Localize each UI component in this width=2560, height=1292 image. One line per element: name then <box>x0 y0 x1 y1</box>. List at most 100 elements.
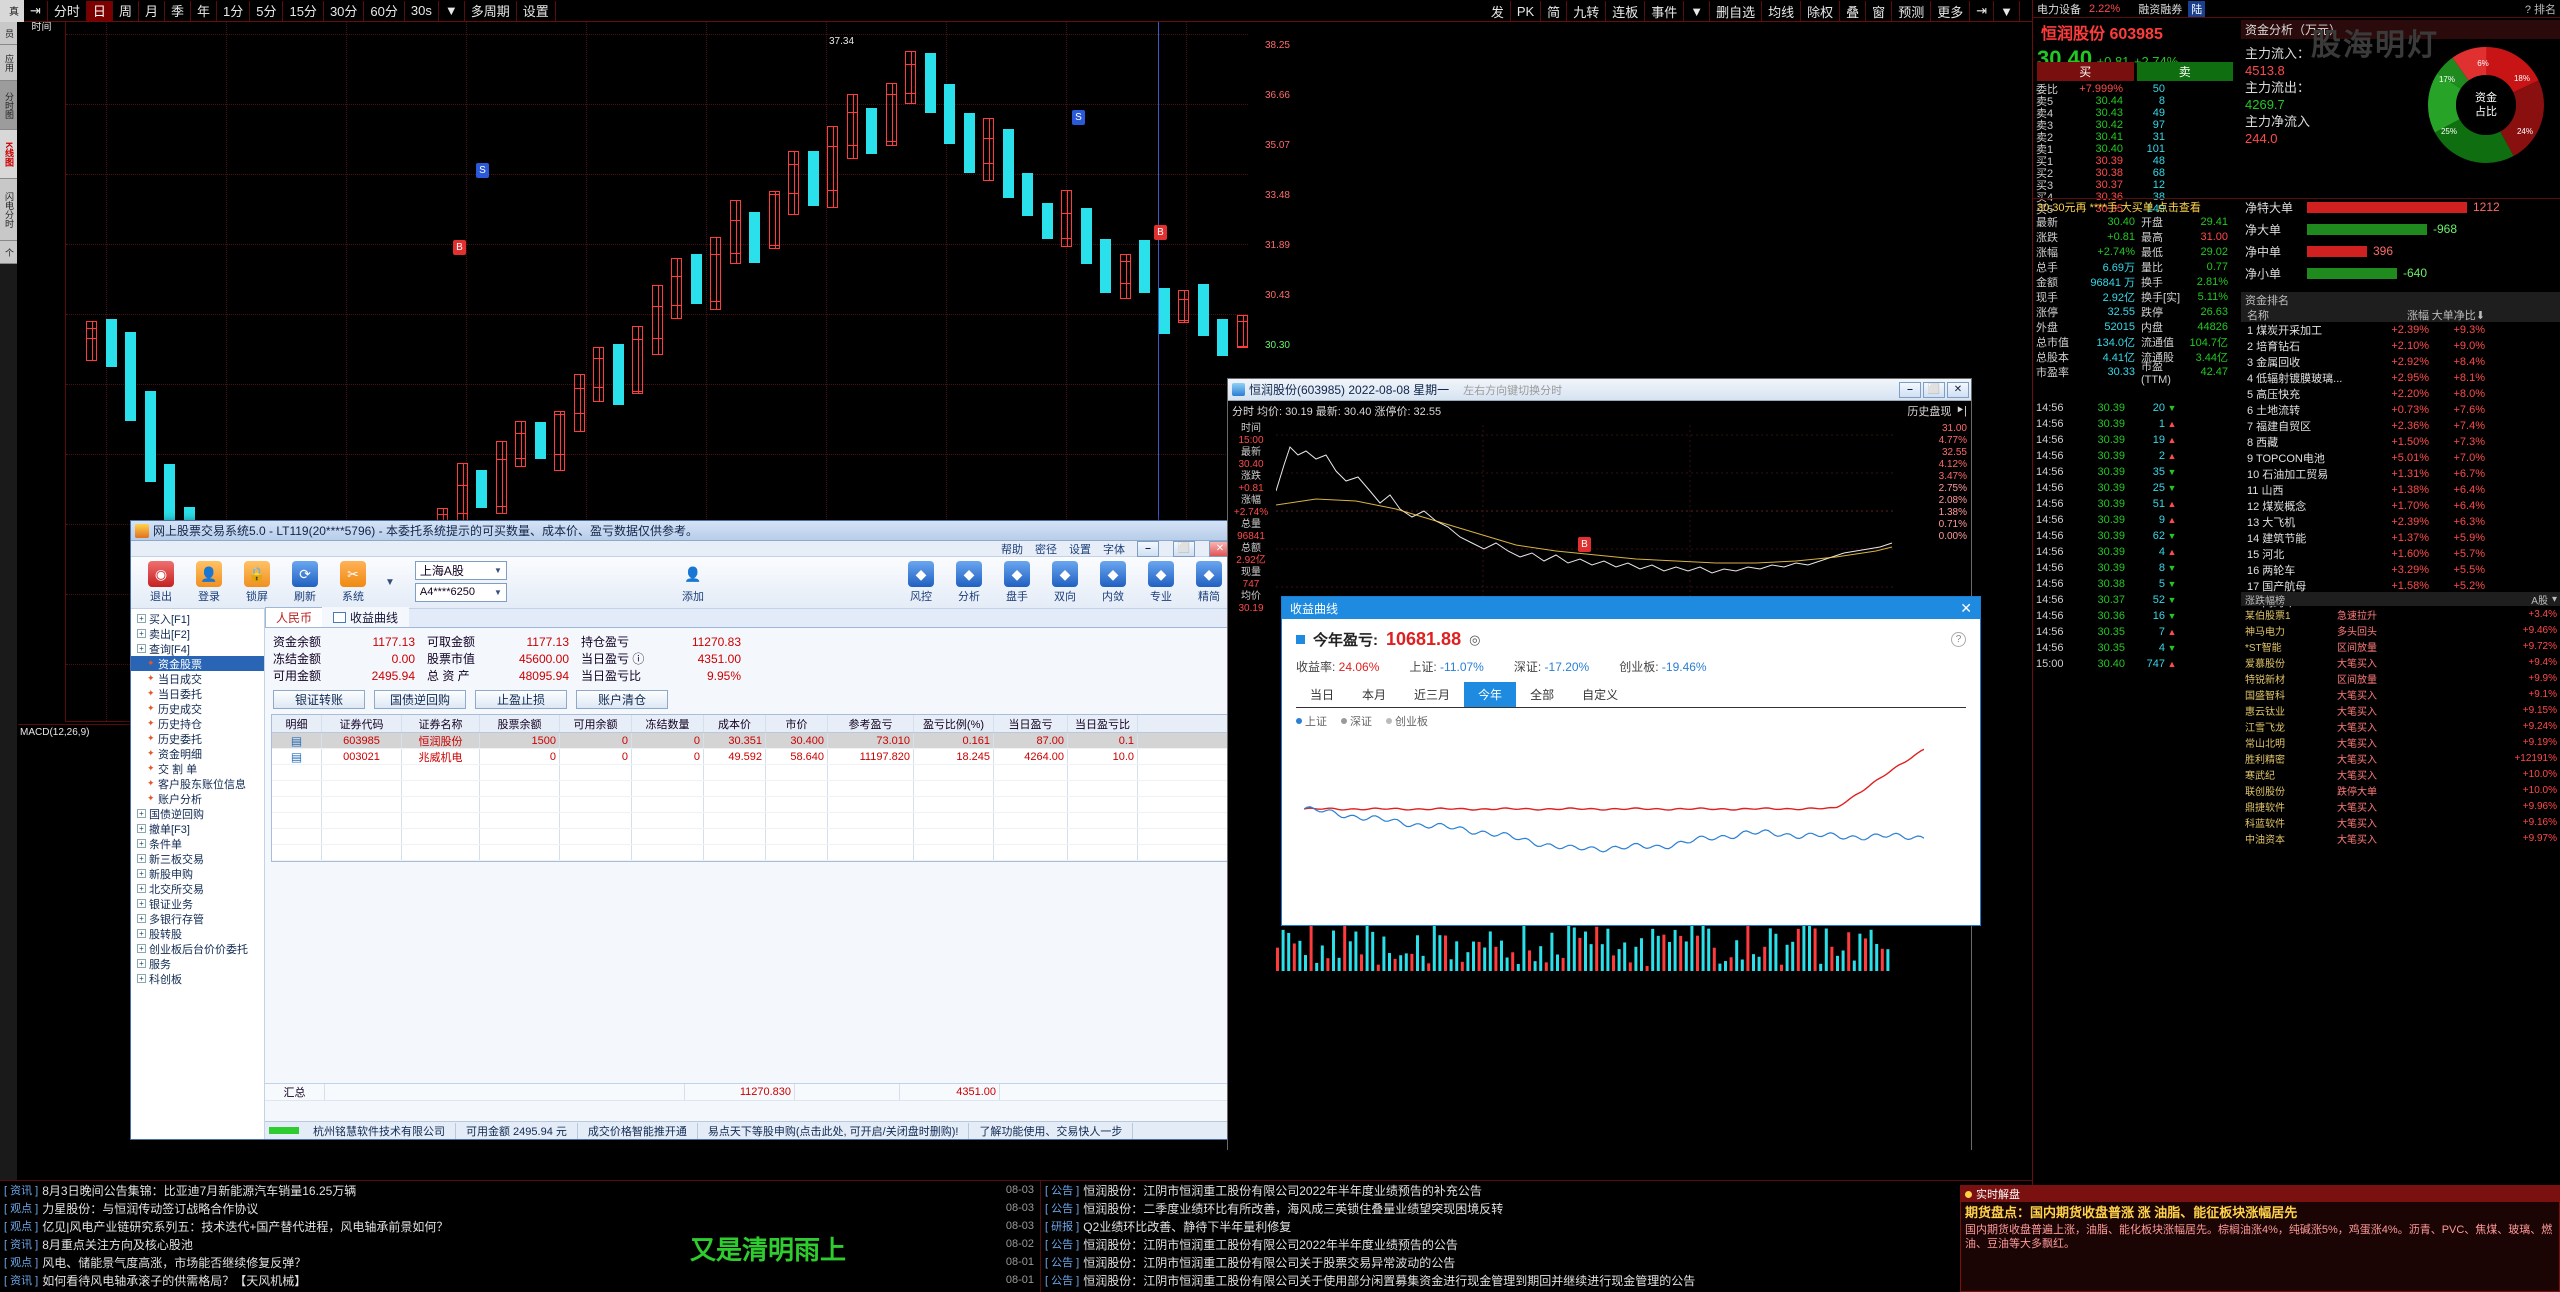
rank2-row-8[interactable]: 常山北明 大笔买入 +9.19% <box>2241 734 2560 750</box>
tree-expander-0[interactable]: + <box>137 614 146 623</box>
news-text-1[interactable]: 力星股份：与恒润传动签订战略合作协议 <box>42 1200 258 1217</box>
rank2-row-11[interactable]: 联创股份 跌停大单 +10.0% <box>2241 782 2560 798</box>
tick-row-1[interactable]: 14:56 30.39 1 ▲ <box>2033 416 2237 432</box>
tick-row-6[interactable]: 14:56 30.39 51 ▲ <box>2033 496 2237 512</box>
table-row[interactable]: ▤ 603985 恒润股份 1500 0 0 30.351 30.400 73.010 0.161… <box>272 733 1232 749</box>
trade-tool-login-icon[interactable]: 👤 登录 <box>185 561 233 604</box>
tree-expander-18[interactable]: + <box>137 884 146 893</box>
rank-row-11[interactable]: 12 煤炭概念 +1.70% +6.4% <box>2241 498 2560 514</box>
time-and-sales-list[interactable]: 14:56 30.39 20 ▼ 14:56 30.39 1 ▲ 14:56 30.39 19 ▲ 14… <box>2033 400 2237 672</box>
holdings-col-4[interactable]: 可用余额 <box>560 715 632 732</box>
tick-row-7[interactable]: 14:56 30.39 9 ▲ <box>2033 512 2237 528</box>
eye-icon[interactable]: ◎ <box>1469 632 1480 648</box>
left-tab-4[interactable]: 闪电分时 <box>0 179 17 241</box>
news-text-4[interactable]: 恒润股份：江阴市恒润重工股份有限公司关于股票交易异常波动的公告 <box>1083 1254 1455 1271</box>
tick-row-14[interactable]: 14:56 30.35 7 ▲ <box>2033 624 2237 640</box>
news-text-5[interactable]: 如何看待风电轴承滚子的供需格局？【天风机械】 <box>42 1272 306 1289</box>
toolbar-right-btn-3[interactable]: 九转 <box>1567 1 1606 21</box>
rank-row-5[interactable]: 6 土地流转 +0.73% +7.6% <box>2241 402 2560 418</box>
trade-tool-lock-icon[interactable]: 🔒 锁屏 <box>233 561 281 604</box>
news-list-left[interactable]: [ 资讯 ] 8月3日晚间公告集锦：比亚迪7月新能源汽车销量16.25万辆 08-0… <box>0 1180 1040 1292</box>
trade-rtool-analysis-icon[interactable]: ◆ 分析 <box>945 561 993 604</box>
rank2-row-13[interactable]: 科蓝软件 大笔买入 +9.16% <box>2241 814 2560 830</box>
tree-expander-13[interactable]: + <box>137 809 146 818</box>
holdings-col-9[interactable]: 盈亏比例(%) <box>914 715 994 732</box>
account-btn-2[interactable]: 止盈止损 <box>475 690 567 709</box>
secondary-rank-list[interactable]: 涨跌幅榜 A股 ▾ 某伯股票1 急速拉升 +3.4% 神马电力 多头回头 +9.46% *S… <box>2241 592 2560 846</box>
toolbar-btn-5[interactable]: 年 <box>191 1 217 21</box>
news-text-4[interactable]: 风电、储能景气度高涨，市场能否继续修复反弹？ <box>42 1254 306 1271</box>
tree-expander-17[interactable]: + <box>137 869 146 878</box>
trade-rtool-pro-icon[interactable]: ◆ 专业 <box>1137 561 1185 604</box>
tree-node-13[interactable]: + 国债逆回购 <box>131 806 264 821</box>
news-text-2[interactable]: Q2业绩环比改善、静待下半年量利修复 <box>1083 1218 1291 1235</box>
toolbar-btn-2[interactable]: 周 <box>113 1 139 21</box>
profit-tab-0[interactable]: 当日 <box>1296 682 1348 707</box>
left-tab-2[interactable]: 分时图 <box>0 81 17 130</box>
news-text-0[interactable]: 8月3日晚间公告集锦：比亚迪7月新能源汽车销量16.25万辆 <box>42 1182 356 1199</box>
news-left-row-4[interactable]: [ 观点 ] 风电、储能景气度高涨，市场能否继续修复反弹？ 08-01 <box>0 1253 1040 1271</box>
rank-row-9[interactable]: 10 石油加工贸易 +1.31% +6.7% <box>2241 466 2560 482</box>
news-left-row-5[interactable]: [ 资讯 ] 如何看待风电轴承滚子的供需格局？【天风机械】 08-01 <box>0 1271 1040 1289</box>
minimize-button[interactable]: ⎯ <box>1137 541 1159 557</box>
tree-node-9[interactable]: ✦ 资金明细 <box>131 746 264 761</box>
account-btn-3[interactable]: 账户清仓 <box>576 690 668 709</box>
tick-row-13[interactable]: 14:56 30.36 16 ▼ <box>2033 608 2237 624</box>
tick-row-2[interactable]: 14:56 30.39 19 ▲ <box>2033 432 2237 448</box>
left-tab-0[interactable]: 员 <box>0 22 17 45</box>
tick-row-9[interactable]: 14:56 30.39 4 ▲ <box>2033 544 2237 560</box>
left-tab-1[interactable]: 应用 <box>0 45 17 81</box>
tree-node-5[interactable]: ✦ 当日委托 <box>131 686 264 701</box>
tree-expander-23[interactable]: + <box>137 959 146 968</box>
toolbar-right-btn-9[interactable]: 除权 <box>1801 1 1840 21</box>
tree-node-23[interactable]: + 服务 <box>131 956 264 971</box>
tree-node-2[interactable]: + 查询[F4] <box>131 641 264 656</box>
tree-expander-15[interactable]: + <box>137 839 146 848</box>
tick-row-10[interactable]: 14:56 30.39 8 ▼ <box>2033 560 2237 576</box>
profit-tab-4[interactable]: 全部 <box>1516 682 1568 707</box>
trade-tool-system-icon[interactable]: ✂ 系统 <box>329 561 377 604</box>
rank2-row-10[interactable]: 寒武纪 大笔买入 +10.0% <box>2241 766 2560 782</box>
trading-window-menubar[interactable]: 帮助 密径 设置 字体 ⎯ ⬜ ✕ <box>131 541 1239 557</box>
trading-toolbar[interactable]: ◉ 退出 👤 登录 🔒 锁屏 ⟳ 刷新 ✂ 系统 ▼ 上海A股 ▼ A4****6250 ▼ 👤 … <box>131 557 1239 609</box>
holdings-col-2[interactable]: 证券名称 <box>402 715 480 732</box>
tree-node-3[interactable]: ✦ 资金股票 <box>131 656 264 671</box>
rank-link[interactable]: ? 排名 <box>2525 1 2560 17</box>
tick-row-4[interactable]: 14:56 30.39 35 ▼ <box>2033 464 2237 480</box>
toolbar-btn-0[interactable]: 分时 <box>48 1 87 21</box>
tick-row-8[interactable]: 14:56 30.39 62 ▼ <box>2033 528 2237 544</box>
tree-node-15[interactable]: + 条件单 <box>131 836 264 851</box>
tab-profit-curve[interactable]: 收益曲线 <box>322 607 409 627</box>
tree-node-1[interactable]: + 卖出[F2] <box>131 626 264 641</box>
tick-row-16[interactable]: 15:00 30.40 747 ▲ <box>2033 656 2237 672</box>
buy-button[interactable]: 买 <box>2037 62 2134 81</box>
tick-row-3[interactable]: 14:56 30.39 2 ▲ <box>2033 448 2237 464</box>
news-right-row-1[interactable]: [ 公告 ] 恒润股份：二季度业绩环比有所改善，海风成三英锁住叠量业绩望突现困境反… <box>1041 1199 2040 1217</box>
holdings-col-3[interactable]: 股票余额 <box>480 715 560 732</box>
holdings-col-11[interactable]: 当日盈亏比 <box>1068 715 1138 732</box>
rank2-row-1[interactable]: 神马电力 多头回头 +9.46% <box>2241 622 2560 638</box>
news-text-0[interactable]: 恒润股份：江阴市恒润重工股份有限公司2022年半年度业绩预告的补充公告 <box>1083 1182 1482 1199</box>
profit-tab-5[interactable]: 自定义 <box>1568 682 1632 707</box>
ad-title[interactable]: 期货盘点：国内期货收盘普涨 涨 油脂、能征板块涨幅居先 <box>1961 1202 2559 1221</box>
menu-font[interactable]: 字体 <box>1103 541 1125 557</box>
tree-expander-24[interactable]: + <box>137 974 146 983</box>
toolbar-right-btn-14[interactable]: ⇥ <box>1970 1 1994 21</box>
tree-node-12[interactable]: ✦ 账户分析 <box>131 791 264 806</box>
minute-close-button[interactable]: ✕ <box>1947 382 1969 398</box>
news-text-3[interactable]: 8月重点关注方向及核心股池 <box>42 1236 193 1253</box>
toolbar-right-btn-8[interactable]: 均线 <box>1762 1 1801 21</box>
trading-nav-tree[interactable]: + 买入[F1] + 卖出[F2] + 查询[F4] ✦ 资金股票 ✦ 当日成交 ✦ 当日委托 ✦ 历史成… <box>131 609 265 1139</box>
news-right-row-2[interactable]: [ 研报 ]Q2业绩环比改善、静待下半年量利修复08-02 <box>1041 1217 2040 1235</box>
rank2-row-4[interactable]: 特锐新材 区间放量 +9.9% <box>2241 670 2560 686</box>
toolbar-right-btn-2[interactable]: 简 <box>1541 1 1567 21</box>
toolbar-btn-12[interactable]: ▼ <box>439 1 465 21</box>
tree-node-11[interactable]: ✦ 客户股东账位信息 <box>131 776 264 791</box>
account-btn-0[interactable]: 银证转账 <box>273 690 365 709</box>
rank2-row-14[interactable]: 中油资本 大笔买入 +9.97% <box>2241 830 2560 846</box>
tree-node-20[interactable]: + 多银行存管 <box>131 911 264 926</box>
market-select[interactable]: 上海A股 ▼ <box>415 561 507 580</box>
rank-row-8[interactable]: 9 TOPCON电池 +5.01% +7.0% <box>2241 450 2560 466</box>
rank2-row-7[interactable]: 江雪飞龙 大笔买入 +9.24% <box>2241 718 2560 734</box>
news-text-1[interactable]: 恒润股份：二季度业绩环比有所改善，海风成三英锁住叠量业绩望突现困境反转 <box>1083 1200 1503 1217</box>
